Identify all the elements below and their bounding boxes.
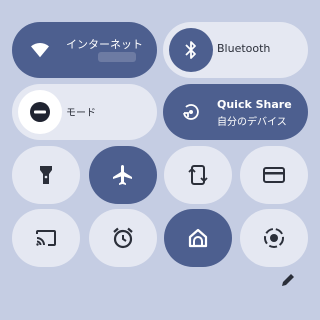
alarm-tile[interactable] [89, 209, 157, 267]
network-name-redacted [98, 52, 136, 62]
bluetooth-tile[interactable]: Bluetooth [163, 22, 308, 78]
wallet-icon [263, 166, 285, 184]
wifi-icon [18, 28, 62, 72]
airplane-tile[interactable] [89, 146, 157, 204]
alarm-icon [111, 226, 135, 250]
auto-rotate-icon [187, 163, 209, 187]
edit-button[interactable] [279, 271, 299, 291]
quick-share-tile[interactable]: Quick Share 自分のデバイス [163, 84, 308, 140]
flashlight-tile[interactable] [12, 146, 80, 204]
internet-label: インターネット [66, 38, 143, 51]
home-icon [187, 227, 209, 249]
quick-share-sublabel: 自分のデバイス [217, 117, 287, 128]
bluetooth-label: Bluetooth [217, 42, 271, 55]
screen-record-tile[interactable] [240, 209, 308, 267]
flashlight-icon [37, 164, 55, 186]
quick-share-label: Quick Share [217, 98, 292, 111]
quick-share-icon [169, 90, 213, 134]
auto-rotate-tile[interactable] [164, 146, 232, 204]
mode-tile[interactable]: モード [12, 84, 157, 140]
screen-record-icon [263, 227, 285, 249]
wallet-tile[interactable] [240, 146, 308, 204]
cast-tile[interactable] [12, 209, 80, 267]
mode-label: モード [66, 108, 96, 119]
do-not-disturb-icon [18, 90, 62, 134]
airplane-icon [111, 163, 135, 187]
home-tile[interactable] [164, 209, 232, 267]
cast-icon [35, 229, 57, 247]
pencil-icon [279, 271, 299, 289]
bluetooth-icon [169, 28, 213, 72]
internet-tile[interactable]: インターネット [12, 22, 157, 78]
